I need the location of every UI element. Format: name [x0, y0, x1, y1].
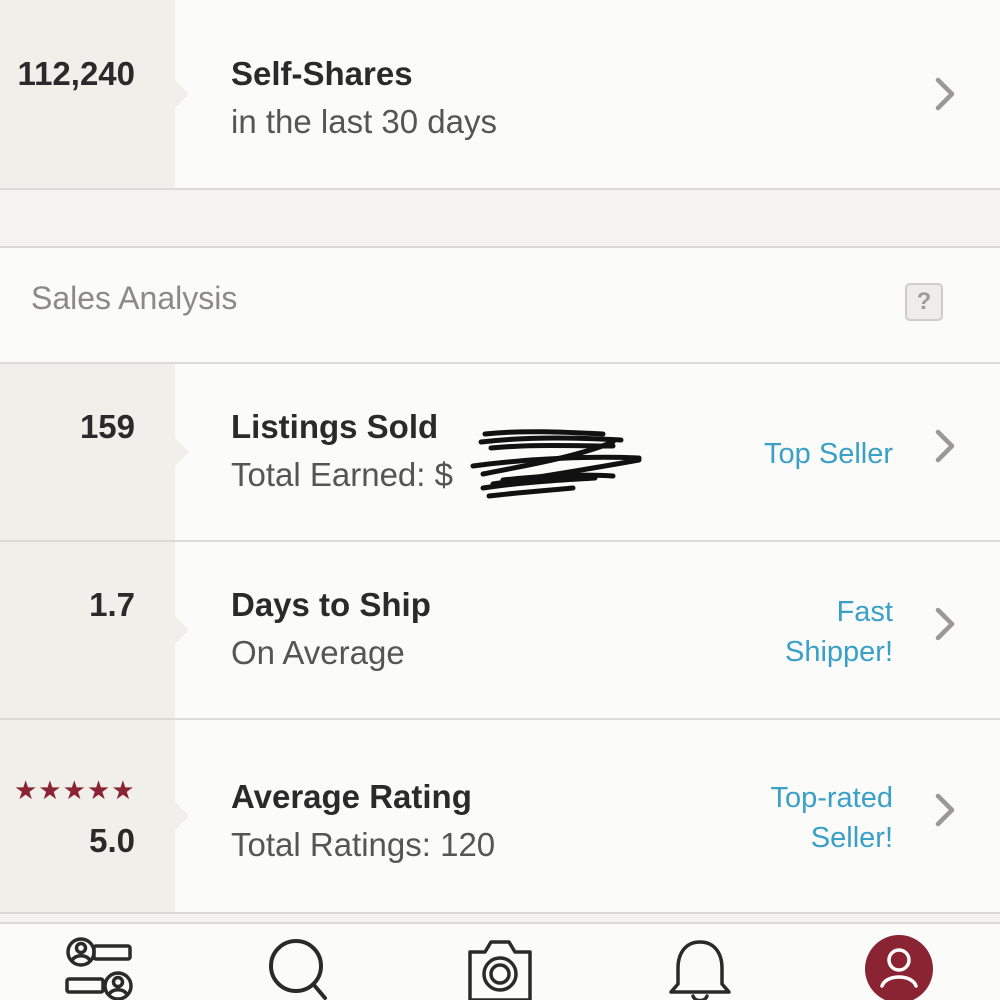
top-rated-seller-badge[interactable]: Top-rated Seller!	[743, 778, 893, 858]
listings-sold-count: 159	[79, 408, 135, 445]
days-to-ship-title: Days to Ship	[231, 586, 431, 623]
average-rating-stat-panel: 5.0	[0, 720, 189, 912]
total-earned-label: Total Earned: $	[231, 456, 453, 493]
listings-sold-title: Listings Sold	[231, 408, 439, 445]
days-to-ship-subtitle: On Average	[231, 634, 405, 671]
average-rating-title: Average Rating	[231, 778, 472, 815]
top-seller-badge[interactable]: Top Seller	[653, 434, 893, 474]
self-shares-count: 112,240	[17, 55, 135, 92]
sales-analysis-title: Sales Analysis	[31, 280, 238, 316]
fast-shipper-badge[interactable]: Fast Shipper!	[743, 592, 893, 672]
sales-analysis-header: Sales Analysis	[0, 246, 1000, 364]
star-rating-icon: ★★★★★	[14, 775, 136, 805]
self-shares-subtitle: in the last 30 days	[231, 103, 497, 140]
days-to-ship-stat-panel: 1.7	[0, 542, 189, 718]
self-shares-title: Self-Shares	[231, 55, 413, 92]
bottom-tab-bar	[0, 922, 1000, 1000]
notifications-bell-icon[interactable]	[665, 936, 735, 1000]
chevron-right-icon[interactable]	[932, 74, 958, 114]
chevron-right-icon[interactable]	[932, 790, 958, 830]
self-shares-stat-panel: 112,240	[0, 0, 189, 188]
days-to-ship-row[interactable]: 1.7 Days to Ship On Average Fast Shipper…	[0, 540, 1000, 720]
self-shares-row[interactable]: 112,240 Self-Shares in the last 30 days	[0, 0, 1000, 190]
chevron-right-icon[interactable]	[932, 426, 958, 466]
total-ratings-label: Total Ratings: 120	[231, 826, 496, 863]
redaction-scribble	[470, 429, 642, 499]
search-icon[interactable]	[265, 936, 335, 1000]
camera-icon[interactable]	[465, 936, 535, 1000]
help-button[interactable]: ?	[905, 283, 943, 321]
chevron-right-icon[interactable]	[932, 604, 958, 644]
average-rating-row[interactable]: 5.0 Average Rating Total Ratings: 120 To…	[0, 718, 1000, 914]
days-to-ship-value: 1.7	[89, 586, 135, 623]
my-closet-icon[interactable]	[64, 936, 134, 1000]
listings-sold-row[interactable]: 159 Listings Sold Total Earned: $ Top Se…	[0, 362, 1000, 542]
average-rating-value: 5.0	[89, 822, 135, 859]
listings-sold-stat-panel: 159	[0, 364, 189, 540]
profile-icon[interactable]	[864, 934, 934, 1000]
